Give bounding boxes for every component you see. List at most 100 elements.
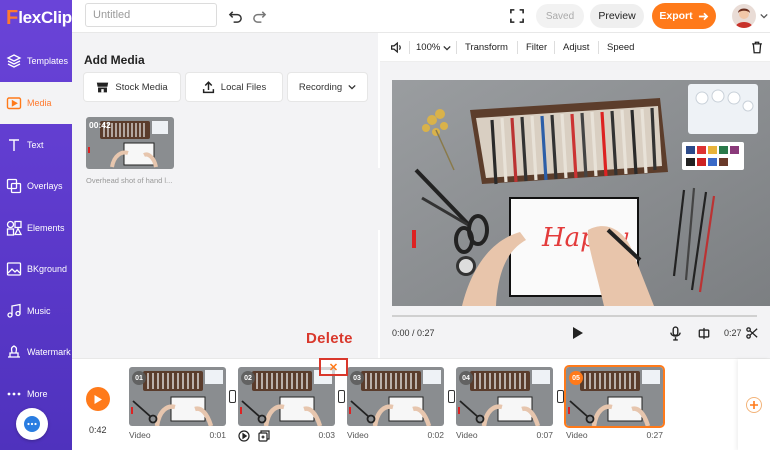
split-icon[interactable] — [746, 327, 758, 339]
play-icon[interactable] — [572, 326, 584, 340]
sidebar-item-label: Elements — [27, 223, 65, 233]
filter-button[interactable]: Filter — [526, 33, 547, 62]
local-files-button[interactable]: Local Files — [186, 73, 282, 101]
total-duration: 0:42 — [89, 425, 107, 435]
preview-button[interactable]: Preview — [590, 4, 644, 28]
delete-transition-button[interactable]: ✕ — [319, 358, 348, 376]
current-time: 0:00 / 0:27 — [392, 328, 435, 338]
watermark-icon — [8, 345, 20, 358]
templates-icon — [6, 54, 22, 68]
clip-duration: 0:02 — [427, 430, 444, 440]
clip-meta: Video 0:01 — [129, 430, 226, 440]
sidebar: F lexClip Templates Media Text Overlays … — [0, 0, 72, 450]
clip-number: 05 — [569, 371, 583, 385]
transition-marker[interactable] — [229, 390, 236, 403]
undo-button[interactable] — [226, 7, 244, 25]
sidebar-item-background[interactable]: BKground — [0, 248, 72, 290]
chevron-down-icon — [348, 84, 356, 90]
stock-media-button[interactable]: Stock Media — [84, 73, 180, 101]
fullscreen-icon — [510, 9, 524, 23]
sidebar-item-label: Watermark — [27, 347, 71, 357]
saved-button[interactable]: Saved — [536, 4, 584, 28]
sidebar-item-elements[interactable]: Elements — [0, 207, 72, 249]
sidebar-item-text[interactable]: Text — [0, 124, 72, 166]
clip-duration: 0:27 — [646, 430, 663, 440]
clip-type: Video — [129, 430, 151, 440]
transition-marker[interactable] — [338, 390, 345, 403]
fullscreen-button[interactable] — [508, 7, 526, 25]
store-icon — [97, 82, 109, 92]
sidebar-item-media[interactable]: Media — [0, 82, 72, 124]
upload-icon — [202, 80, 214, 93]
adjust-button[interactable]: Adjust — [563, 33, 589, 62]
progress-bar[interactable] — [392, 315, 757, 317]
export-button[interactable]: Export — [652, 3, 716, 29]
volume-button[interactable] — [390, 33, 403, 62]
redo-icon — [252, 10, 266, 23]
timeline-clip[interactable]: 01 — [129, 367, 226, 426]
timeline-clip[interactable]: 04 — [456, 367, 553, 426]
clip-duration: 0:01 — [209, 430, 226, 440]
clip-type: Video — [456, 430, 478, 440]
local-files-label: Local Files — [220, 81, 267, 93]
add-clip-button[interactable] — [738, 359, 770, 450]
chat-button[interactable] — [16, 408, 48, 440]
clip-actions — [238, 430, 270, 442]
background-icon — [6, 262, 22, 276]
aspect-ratio-icon[interactable] — [698, 327, 710, 340]
media-panel: Add Media Stock Media Local Files Record… — [72, 33, 378, 358]
transition-marker[interactable] — [448, 390, 455, 403]
user-avatar[interactable] — [732, 4, 756, 28]
clip-number: 03 — [350, 371, 364, 385]
transform-button[interactable]: Transform — [465, 33, 508, 62]
recording-label: Recording — [298, 81, 343, 93]
delete-clip-button[interactable] — [751, 33, 763, 62]
timeline: 0:42 01 Video 0:01 02 0:03 03 Video 0:02… — [72, 358, 770, 450]
timeline-play-button[interactable] — [86, 387, 110, 411]
sidebar-item-overlays[interactable]: Overlays — [0, 165, 72, 207]
chevron-down-icon[interactable] — [760, 12, 768, 20]
play-icon — [94, 394, 102, 404]
elements-icon — [6, 220, 22, 236]
sidebar-item-label: Overlays — [27, 181, 63, 191]
sidebar-item-label: BKground — [27, 264, 68, 274]
video-preview[interactable]: Happy — [392, 80, 770, 306]
delete-annotation-label: Delete — [306, 330, 353, 347]
clip-type: Video — [566, 430, 588, 440]
sidebar-item-templates[interactable]: Templates — [0, 40, 72, 82]
volume-icon — [391, 41, 401, 54]
logo-text: lexClip — [18, 8, 72, 27]
media-item-thumbnail[interactable]: 00:42 — [86, 117, 174, 169]
zoom-dropdown[interactable]: 100% — [416, 33, 451, 62]
recording-dropdown[interactable]: Recording — [288, 73, 367, 101]
sidebar-item-label: More — [27, 389, 48, 399]
media-item-duration: 00:42 — [89, 120, 111, 130]
transition-marker[interactable] — [557, 390, 564, 403]
project-title-input[interactable] — [85, 3, 217, 27]
sidebar-item-label: Templates — [27, 56, 69, 66]
play-circle-icon[interactable] — [238, 430, 250, 442]
clip-duration: 0:03 — [318, 430, 335, 440]
timeline-clip[interactable]: 03 — [347, 367, 444, 426]
clip-duration: 0:07 — [536, 430, 553, 440]
chevron-down-icon — [443, 45, 451, 51]
media-icon — [6, 97, 22, 110]
microphone-icon[interactable] — [670, 326, 681, 341]
clip-type: Video — [347, 430, 369, 440]
timeline-clip-selected[interactable]: 05 — [566, 367, 663, 426]
text-icon — [9, 139, 19, 151]
duplicate-icon[interactable] — [258, 430, 270, 442]
media-item-caption: Overhead shot of hand l... — [86, 176, 173, 185]
editor-toolbar: 100% Transform Filter Adjust Speed — [380, 33, 770, 62]
logo-mark: F — [6, 7, 19, 29]
sidebar-item-music[interactable]: Music — [0, 290, 72, 332]
panel-title: Add Media — [84, 53, 145, 67]
redo-button[interactable] — [250, 7, 268, 25]
sidebar-item-watermark[interactable]: Watermark — [0, 331, 72, 373]
clip-meta: Video 0:02 — [347, 430, 444, 440]
top-bar: Saved Preview Export — [72, 0, 770, 33]
app-logo[interactable]: F lexClip — [6, 7, 72, 29]
speed-button[interactable]: Speed — [607, 33, 634, 62]
trash-icon — [752, 41, 762, 54]
clip-meta: 0:03 — [238, 430, 335, 442]
